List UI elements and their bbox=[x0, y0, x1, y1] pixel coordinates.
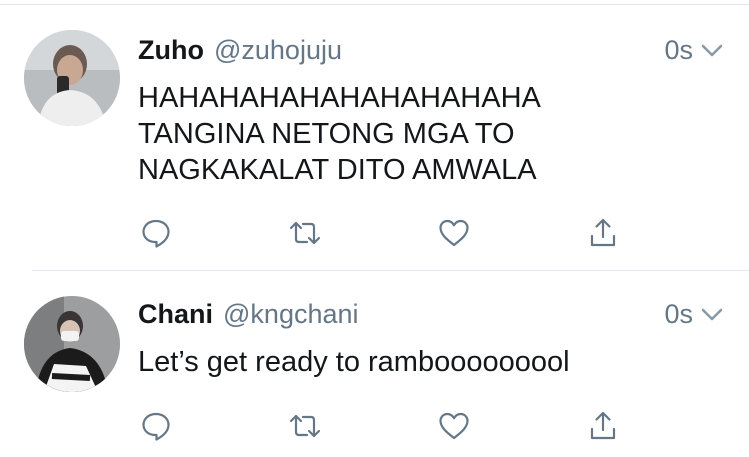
timestamp[interactable]: 0s bbox=[664, 35, 693, 66]
share-icon bbox=[590, 411, 616, 440]
username[interactable]: @kngchani bbox=[223, 299, 359, 330]
tweet-actions bbox=[0, 406, 749, 446]
display-name[interactable]: Chani bbox=[138, 299, 213, 330]
avatar-image bbox=[24, 296, 120, 392]
reply-button[interactable] bbox=[136, 406, 176, 446]
tweet-header: Zuho @zuhojuju 0s bbox=[138, 30, 725, 70]
chevron-down-icon[interactable] bbox=[699, 301, 725, 327]
reply-icon bbox=[142, 412, 170, 441]
heart-icon bbox=[439, 219, 469, 247]
share-button[interactable] bbox=[583, 213, 623, 253]
avatar-image bbox=[24, 30, 120, 126]
share-icon bbox=[590, 218, 616, 247]
tweet-actions bbox=[0, 213, 749, 253]
retweet-icon bbox=[289, 221, 321, 245]
avatar[interactable] bbox=[24, 296, 120, 392]
tweet-header: Chani @kngchani 0s bbox=[138, 294, 725, 334]
timestamp-group: 0s bbox=[664, 294, 725, 334]
heart-icon bbox=[439, 412, 469, 440]
tweet-divider bbox=[32, 270, 749, 271]
chevron-down-icon[interactable] bbox=[699, 37, 725, 63]
reply-icon bbox=[142, 219, 170, 248]
like-button[interactable] bbox=[434, 213, 474, 253]
username[interactable]: @zuhojuju bbox=[214, 35, 342, 66]
timestamp-group: 0s bbox=[664, 30, 725, 70]
retweet-button[interactable] bbox=[285, 213, 325, 253]
tweet[interactable]: Zuho @zuhojuju 0s HAHAHAHAHAHAHAHAHAHA T… bbox=[0, 26, 749, 270]
top-divider bbox=[0, 4, 749, 5]
avatar[interactable] bbox=[24, 30, 120, 126]
reply-button[interactable] bbox=[136, 213, 176, 253]
like-button[interactable] bbox=[434, 406, 474, 446]
share-button[interactable] bbox=[583, 406, 623, 446]
tweet-text: HAHAHAHAHAHAHAHAHAHA TANGINA NETONG MGA … bbox=[138, 82, 541, 186]
timestamp[interactable]: 0s bbox=[664, 299, 693, 330]
retweet-icon bbox=[289, 414, 321, 438]
tweet-text: Let’s get ready to rambooooooool bbox=[138, 346, 570, 378]
tweet[interactable]: Chani @kngchani 0s Let’s get ready to ra… bbox=[0, 294, 749, 457]
display-name[interactable]: Zuho bbox=[138, 35, 204, 66]
retweet-button[interactable] bbox=[285, 406, 325, 446]
